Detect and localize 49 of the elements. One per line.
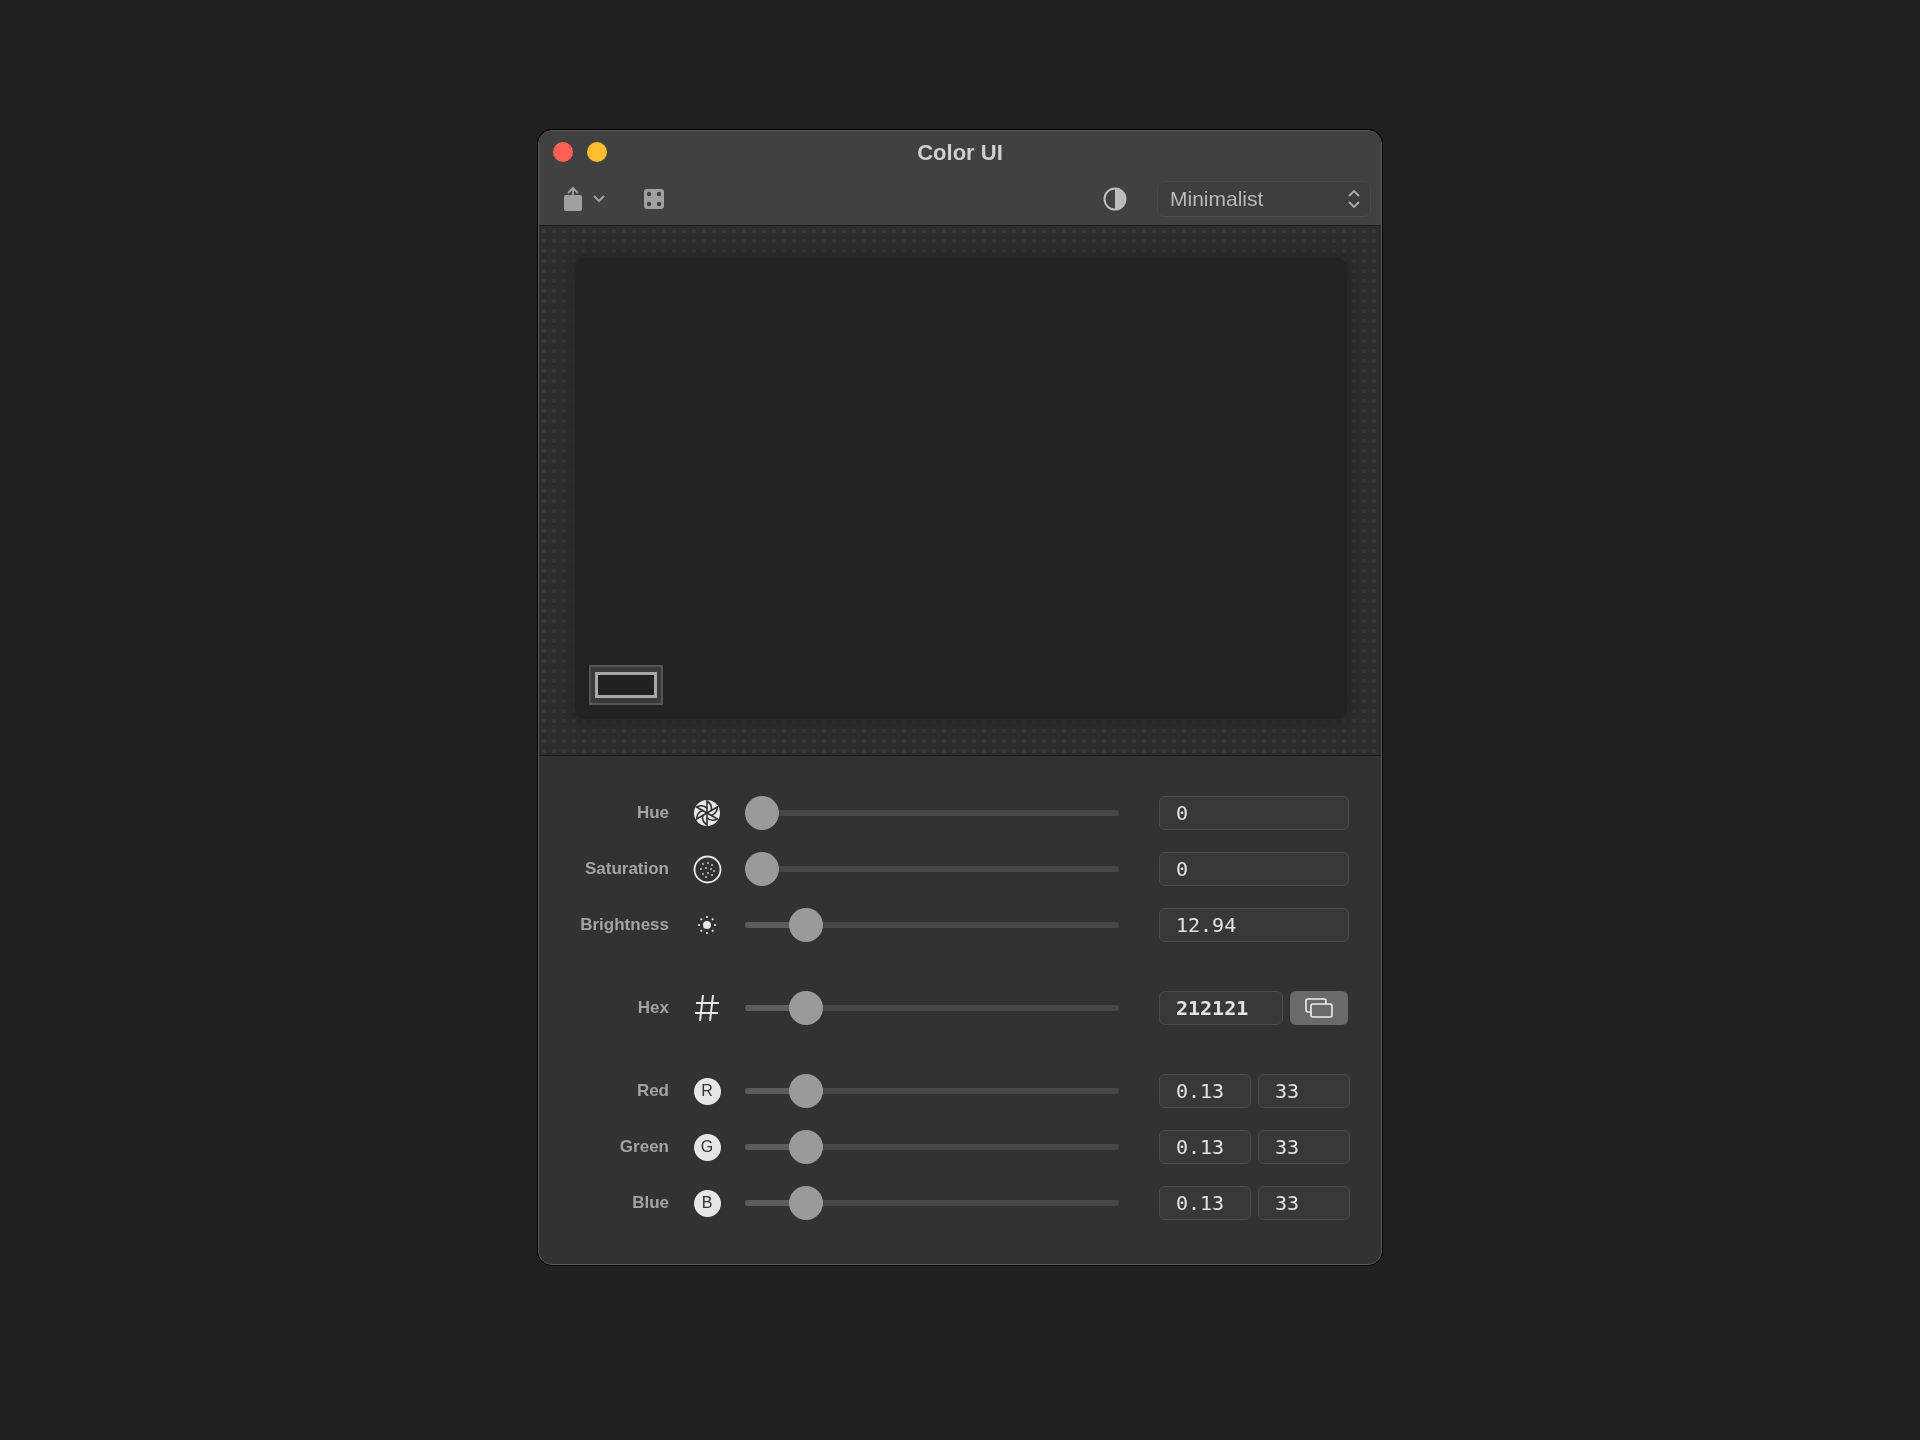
aperture-icon <box>693 799 721 827</box>
copy-button[interactable] <box>1290 991 1348 1025</box>
slider-thumb[interactable] <box>789 1186 824 1220</box>
slider-label: Green <box>619 1137 669 1157</box>
slider-label: Red <box>636 1081 669 1101</box>
value-field[interactable]: 0.13 <box>1159 1130 1251 1164</box>
value-field[interactable]: 0.13 <box>1159 1074 1251 1108</box>
channel-letter: G <box>693 1133 721 1161</box>
slider[interactable] <box>745 1074 1119 1108</box>
value-field[interactable]: 0 <box>1159 852 1349 886</box>
minimize-window-button[interactable] <box>587 142 607 162</box>
slider-thumb[interactable] <box>745 852 779 886</box>
slider-label: Saturation <box>584 859 669 879</box>
slider[interactable] <box>745 908 1119 942</box>
color-swatch[interactable] <box>589 665 663 705</box>
channel-letter: B <box>693 1189 721 1217</box>
slider-label: Blue <box>632 1193 669 1213</box>
slider-label: Hue <box>636 803 669 823</box>
slider-thumb[interactable] <box>789 908 824 942</box>
window-title: Color UI <box>917 140 1003 166</box>
hash-icon <box>694 993 720 1023</box>
value-field[interactable]: 0.13 <box>1159 1186 1251 1220</box>
slider[interactable] <box>745 1130 1119 1164</box>
slider-thumb[interactable] <box>789 1130 824 1164</box>
up-down-chevron-icon <box>1348 189 1360 209</box>
share-icon <box>563 186 583 212</box>
channel-letter: R <box>693 1077 721 1105</box>
style-select[interactable]: Minimalist <box>1157 181 1371 217</box>
value-field[interactable]: 33 <box>1258 1130 1350 1164</box>
sun-icon <box>697 915 717 935</box>
dotted-circle-icon <box>692 854 722 884</box>
value-field[interactable]: 0 <box>1159 796 1349 830</box>
slider-label: Hex <box>637 998 669 1018</box>
contrast-icon[interactable] <box>1103 187 1127 211</box>
close-window-button[interactable] <box>553 142 573 162</box>
slider[interactable] <box>745 852 1119 886</box>
slider[interactable] <box>745 991 1119 1025</box>
slider[interactable] <box>745 796 1119 830</box>
slider-label: Brightness <box>580 915 669 935</box>
slider-thumb[interactable] <box>745 796 779 830</box>
slider-thumb[interactable] <box>789 991 824 1025</box>
slider-thumb[interactable] <box>789 1074 824 1108</box>
dice-icon <box>643 188 665 210</box>
copy-icon <box>1304 997 1334 1019</box>
value-field[interactable]: 33 <box>1258 1186 1350 1220</box>
value-field[interactable]: 33 <box>1258 1074 1350 1108</box>
hex-field[interactable]: 212121 <box>1159 991 1283 1025</box>
value-field[interactable]: 12.94 <box>1159 908 1349 942</box>
slider[interactable] <box>745 1186 1119 1220</box>
